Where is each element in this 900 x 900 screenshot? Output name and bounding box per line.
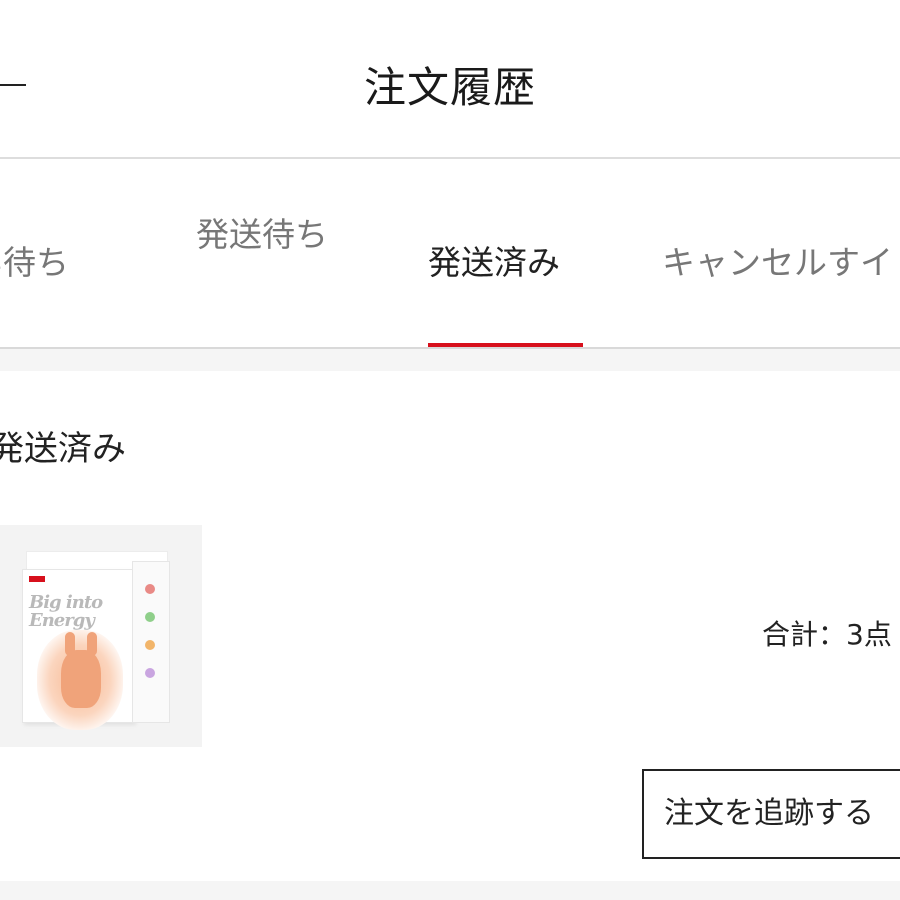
header: 注文履歴 <box>0 0 900 159</box>
order-status-tabs: い待ち 発送待ち 発送済み キャンセルすイ <box>0 159 900 349</box>
tab-shipped[interactable]: 発送済み <box>428 241 560 285</box>
section-divider-bottom <box>0 881 900 900</box>
tab-awaiting-shipment[interactable]: 発送待ち <box>196 213 328 257</box>
order-status-label: 発送済み <box>0 429 126 469</box>
brand-tag <box>29 576 45 582</box>
track-order-button[interactable]: 注文を追跡する <box>642 769 900 859</box>
page-title: 注文履歴 <box>363 63 536 112</box>
tab-cancelled[interactable]: キャンセルすイ <box>662 241 893 285</box>
box-logo-text: Big into Energy <box>29 592 103 631</box>
active-tab-indicator <box>428 343 583 347</box>
section-divider <box>0 349 900 371</box>
order-card[interactable]: 発送済み Big into Energy 合計：3点 注文を追跡する <box>0 371 900 881</box>
figure-illustration <box>61 650 101 708</box>
product-box-illustration: Big into Energy <box>22 551 170 730</box>
tab-awaiting-payment[interactable]: い待ち <box>0 241 69 285</box>
order-total: 合計：3点 <box>762 618 892 651</box>
product-image[interactable]: Big into Energy <box>0 525 202 747</box>
